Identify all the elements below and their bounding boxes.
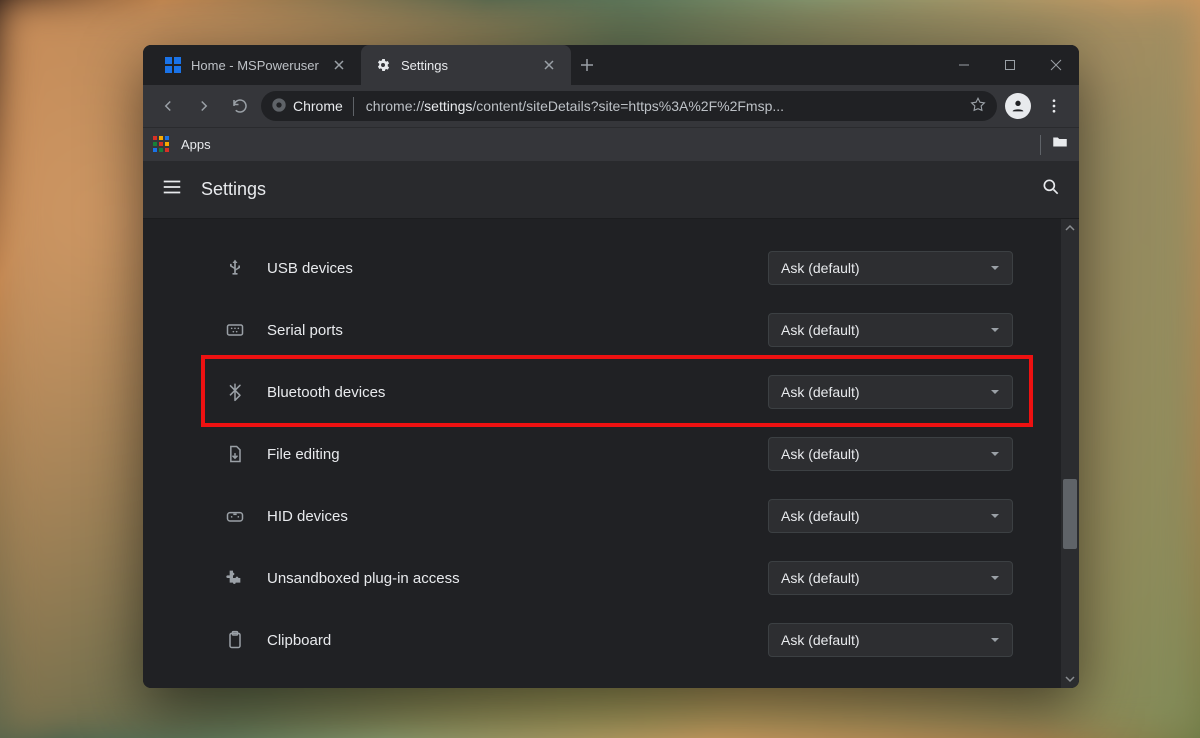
- tab-title: Settings: [401, 58, 448, 73]
- address-bar[interactable]: Chrome chrome://settings/content/siteDet…: [261, 91, 997, 121]
- permission-label: Clipboard: [267, 632, 768, 649]
- permission-row-hid: HID devices Ask (default): [213, 485, 1033, 547]
- dropdown-value: Ask (default): [781, 322, 860, 338]
- permission-label: Unsandboxed plug-in access: [267, 570, 768, 587]
- toolbar: Chrome chrome://settings/content/siteDet…: [143, 85, 1079, 127]
- scrollbar[interactable]: [1061, 219, 1079, 688]
- scheme-label: Chrome: [293, 98, 343, 114]
- permission-label: HID devices: [267, 508, 768, 525]
- chevron-down-icon: [990, 322, 1000, 338]
- browser-window: Home - MSPoweruser Settings: [143, 45, 1079, 688]
- tab-close-icon[interactable]: [331, 57, 347, 73]
- menu-button[interactable]: [1039, 91, 1069, 121]
- hid-icon: [221, 506, 249, 526]
- chevron-down-icon: [990, 384, 1000, 400]
- tab-mspoweruser[interactable]: Home - MSPoweruser: [151, 45, 361, 85]
- dropdown-value: Ask (default): [781, 570, 860, 586]
- back-button[interactable]: [153, 91, 183, 121]
- apps-icon[interactable]: [153, 136, 171, 154]
- tab-settings[interactable]: Settings: [361, 45, 571, 85]
- permission-dropdown[interactable]: Ask (default): [768, 499, 1013, 533]
- file-icon: [221, 444, 249, 464]
- usb-icon: [221, 258, 249, 278]
- avatar-icon: [1005, 93, 1031, 119]
- permission-row-file: File editing Ask (default): [213, 423, 1033, 485]
- permission-label: USB devices: [267, 260, 768, 277]
- profile-button[interactable]: [1003, 91, 1033, 121]
- permission-label: File editing: [267, 446, 768, 463]
- tab-title: Home - MSPoweruser: [191, 58, 319, 73]
- dropdown-value: Ask (default): [781, 508, 860, 524]
- permission-row-plugin: Unsandboxed plug-in access Ask (default): [213, 547, 1033, 609]
- permission-row-bluetooth: Bluetooth devices Ask (default): [213, 361, 1033, 423]
- permission-dropdown[interactable]: Ask (default): [768, 561, 1013, 595]
- clipboard-icon: [221, 630, 249, 650]
- permission-row-serial: Serial ports Ask (default): [213, 299, 1033, 361]
- minimize-button[interactable]: [941, 45, 987, 85]
- permission-dropdown[interactable]: Ask (default): [768, 375, 1013, 409]
- star-icon[interactable]: [969, 96, 987, 117]
- chevron-down-icon: [990, 260, 1000, 276]
- plugin-icon: [221, 568, 249, 588]
- chevron-down-icon: [990, 446, 1000, 462]
- window-controls: [941, 45, 1079, 85]
- new-tab-button[interactable]: [571, 45, 603, 85]
- permission-dropdown[interactable]: Ask (default): [768, 437, 1013, 471]
- gear-icon: [375, 57, 391, 73]
- permission-label: Serial ports: [267, 322, 768, 339]
- serial-icon: [221, 320, 249, 340]
- permission-row-usb: USB devices Ask (default): [213, 237, 1033, 299]
- dropdown-value: Ask (default): [781, 446, 860, 462]
- forward-button[interactable]: [189, 91, 219, 121]
- settings-content: USB devices Ask (default) Serial ports Ask …: [143, 219, 1061, 688]
- maximize-button[interactable]: [987, 45, 1033, 85]
- settings-header: Settings: [143, 161, 1079, 219]
- close-button[interactable]: [1033, 45, 1079, 85]
- url-text: chrome://settings/content/siteDetails?si…: [366, 98, 784, 114]
- chevron-down-icon: [990, 570, 1000, 586]
- tab-strip: Home - MSPoweruser Settings: [143, 45, 603, 85]
- tab-close-icon[interactable]: [541, 57, 557, 73]
- divider: [1040, 135, 1041, 155]
- search-icon[interactable]: [1041, 177, 1061, 202]
- bluetooth-icon: [221, 382, 249, 402]
- windows-icon: [165, 57, 181, 73]
- scroll-up-icon[interactable]: [1061, 219, 1079, 237]
- bookmarks-bar: Apps: [143, 127, 1079, 161]
- permission-label: Bluetooth devices: [267, 384, 768, 401]
- dropdown-value: Ask (default): [781, 632, 860, 648]
- titlebar: Home - MSPoweruser Settings: [143, 45, 1079, 85]
- permission-row-clipboard: Clipboard Ask (default): [213, 609, 1033, 671]
- chevron-down-icon: [990, 508, 1000, 524]
- apps-label[interactable]: Apps: [181, 137, 211, 152]
- permission-dropdown[interactable]: Ask (default): [768, 313, 1013, 347]
- chrome-icon: [271, 97, 287, 116]
- permission-dropdown[interactable]: Ask (default): [768, 623, 1013, 657]
- permission-dropdown[interactable]: Ask (default): [768, 251, 1013, 285]
- page-title: Settings: [201, 179, 266, 200]
- dropdown-value: Ask (default): [781, 384, 860, 400]
- other-bookmarks-icon[interactable]: [1051, 133, 1069, 156]
- chevron-down-icon: [990, 632, 1000, 648]
- dropdown-value: Ask (default): [781, 260, 860, 276]
- hamburger-icon[interactable]: [161, 176, 183, 203]
- scroll-down-icon[interactable]: [1061, 670, 1079, 688]
- scrollbar-thumb[interactable]: [1063, 479, 1077, 549]
- reload-button[interactable]: [225, 91, 255, 121]
